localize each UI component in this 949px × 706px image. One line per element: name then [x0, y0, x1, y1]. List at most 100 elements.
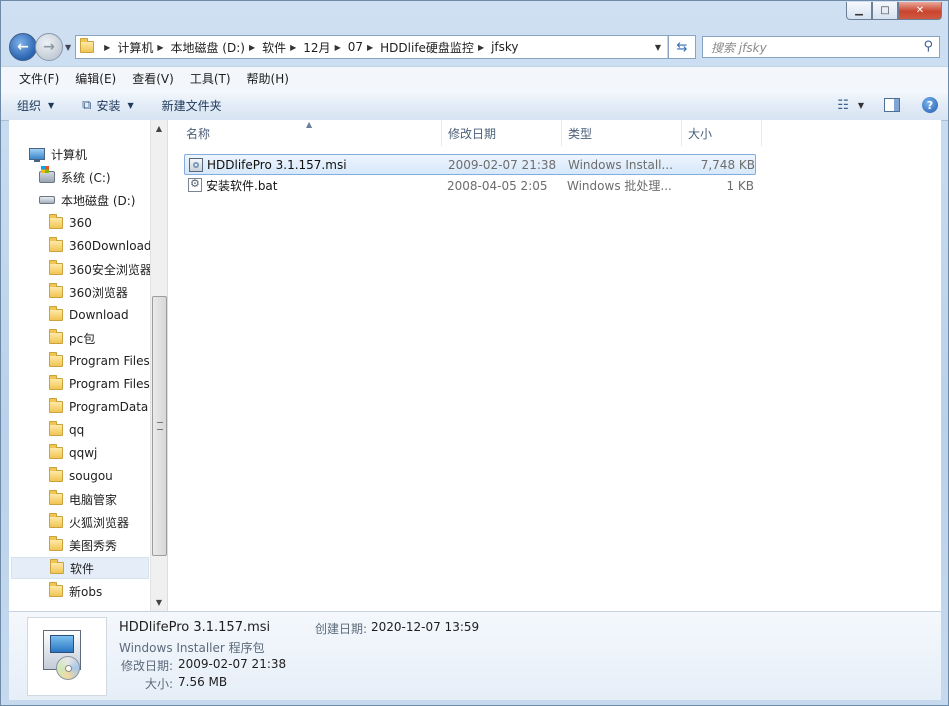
maximize-button[interactable]: □ — [872, 2, 898, 20]
tree-item-folder[interactable]: 360浏览器 — [49, 281, 128, 303]
tree-label: 360浏览器 — [69, 285, 128, 300]
installer-icon: ⧉ — [82, 97, 92, 113]
crumb-07[interactable]: 07 — [348, 40, 363, 54]
tree-item-folder[interactable]: Program Files — [49, 373, 150, 395]
tree-item-folder[interactable]: 360 — [49, 212, 92, 234]
menu-view[interactable]: 查看(V) — [124, 70, 182, 87]
minimize-button[interactable]: ▁ — [846, 2, 872, 20]
file-size: 1 KB — [726, 178, 754, 193]
chevron-right-icon[interactable]: ▶ — [249, 43, 255, 52]
tree-item-computer[interactable]: 计算机 — [29, 143, 87, 165]
crumb-hddlife[interactable]: HDDlife硬盘监控 — [380, 39, 474, 56]
scroll-up-arrow-icon[interactable]: ▲ — [151, 120, 167, 137]
crumb-local-disk[interactable]: 本地磁盘 (D:) — [170, 39, 244, 56]
computer-icon — [29, 148, 45, 162]
folder-icon — [49, 582, 63, 597]
folder-icon — [49, 375, 63, 390]
menu-file[interactable]: 文件(F) — [11, 70, 67, 87]
tree-item-folder[interactable]: 360Download — [49, 235, 152, 257]
refresh-button[interactable]: ⇆ — [669, 35, 696, 59]
chevron-right-icon[interactable]: ▶ — [335, 43, 341, 52]
recent-pages-dropdown[interactable]: ▼ — [65, 43, 71, 52]
tree-item-folder[interactable]: sougou — [49, 465, 113, 487]
tree-label: ProgramData — [69, 400, 149, 414]
folder-icon — [49, 260, 63, 275]
column-header-type[interactable]: 类型 — [562, 120, 682, 146]
tree-item-folder[interactable]: qqwj — [49, 442, 97, 464]
tree-item-folder[interactable]: Download — [49, 304, 129, 326]
menu-help[interactable]: 帮助(H) — [239, 70, 297, 87]
scrollbar-thumb[interactable] — [152, 296, 167, 556]
crumb-computer[interactable]: 计算机 — [117, 39, 153, 56]
file-type: Windows 批处理... — [567, 179, 672, 193]
chevron-right-icon[interactable]: ▶ — [157, 43, 163, 52]
organize-button[interactable]: 组织 ▼ — [17, 97, 54, 114]
menu-edit[interactable]: 编辑(E) — [67, 70, 124, 87]
crumb-december[interactable]: 12月 — [303, 39, 330, 56]
file-type: Windows Install... — [568, 157, 673, 172]
search-icon[interactable]: ⚲ — [923, 39, 933, 54]
help-icon[interactable]: ? — [922, 97, 938, 113]
folder-icon — [49, 352, 63, 367]
column-header-size[interactable]: 大小 — [682, 120, 762, 146]
file-list-pane: ▲ 名称 修改日期 类型 大小 HDDlifePro 3.1.157.msi 2… — [168, 120, 941, 611]
crumb-software[interactable]: 软件 — [262, 39, 286, 56]
navigation-pane: 计算机 系统 (C:) 本地磁盘 (D:) 360 360Download 36… — [9, 120, 168, 611]
tree-item-folder[interactable]: Program Files — [49, 350, 150, 372]
tree-item-folder[interactable]: 360安全浏览器 — [49, 258, 152, 280]
tree-item-folder[interactable]: 火狐浏览器 — [49, 511, 129, 533]
chevron-right-icon[interactable]: ▶ — [478, 43, 484, 52]
new-folder-button[interactable]: 新建文件夹 — [162, 97, 222, 114]
menu-tools[interactable]: 工具(T) — [182, 70, 239, 87]
folder-icon — [49, 421, 63, 436]
chevron-right-icon[interactable]: ▶ — [367, 43, 373, 52]
forward-button[interactable]: → — [35, 33, 63, 61]
search-input[interactable]: 搜索 jfsky ⚲ — [702, 36, 940, 58]
folder-icon — [80, 38, 95, 53]
close-button[interactable]: ✕ — [898, 2, 942, 20]
address-dropdown-button[interactable]: ▼ — [649, 36, 668, 58]
chevron-right-icon[interactable]: ▶ — [290, 43, 296, 52]
chevron-right-icon[interactable]: ▶ — [104, 43, 110, 52]
nav-pane-scrollbar[interactable]: ▲ ▼ — [150, 120, 167, 611]
details-file-name: HDDlifePro 3.1.157.msi — [119, 620, 271, 635]
folder-icon — [49, 513, 63, 528]
file-row-selected[interactable]: HDDlifePro 3.1.157.msi 2009-02-07 21:38 … — [184, 154, 756, 175]
tree-item-folder[interactable]: pc包 — [49, 327, 95, 349]
tree-item-folder[interactable]: 电脑管家 — [49, 488, 117, 510]
folder-icon — [49, 398, 63, 413]
tree-item-folder[interactable]: ProgramData — [49, 396, 148, 418]
folder-icon — [49, 467, 63, 482]
address-bar[interactable]: ▶ 计算机 ▶ 本地磁盘 (D:) ▶ 软件 ▶ 12月 ▶ 07 ▶ HDDlife硬盘监… — [75, 35, 669, 59]
scroll-down-arrow-icon[interactable]: ▼ — [151, 594, 167, 611]
column-header-name[interactable]: 名称 — [180, 120, 442, 146]
tree-label: 360Download — [69, 239, 152, 253]
tree-label: 本地磁盘 (D:) — [61, 193, 136, 208]
tree-item-system-drive[interactable]: 系统 (C:) — [39, 166, 111, 188]
change-view-button[interactable]: ☷ ▼ — [837, 98, 864, 113]
tree-item-folder-selected[interactable]: 软件 — [11, 557, 149, 579]
menu-bar: 文件(F) 编辑(E) 查看(V) 工具(T) 帮助(H) — [1, 66, 948, 91]
tree-label: 计算机 — [51, 147, 88, 162]
column-name-label: 名称 — [186, 126, 211, 141]
tree-item-folder[interactable]: 新obs — [49, 580, 102, 602]
tree-label: 软件 — [70, 561, 95, 576]
command-bar: 组织 ▼ ⧉ 安装 ▼ 新建文件夹 ☷ ▼ ? — [1, 90, 948, 121]
back-button[interactable]: ← — [9, 33, 37, 61]
folder-icon — [49, 329, 63, 344]
tree-item-folder[interactable]: 美图秀秀 — [49, 534, 117, 556]
tree-item-local-disk[interactable]: 本地磁盘 (D:) — [39, 189, 135, 211]
grip-icon — [157, 422, 163, 430]
folder-icon — [49, 444, 63, 459]
details-pane: HDDlifePro 3.1.157.msi Windows Installer… — [9, 611, 941, 700]
column-header-date[interactable]: 修改日期 — [442, 120, 562, 146]
tree-label: 美图秀秀 — [69, 538, 118, 553]
install-button[interactable]: ⧉ 安装 ▼ — [82, 97, 133, 114]
file-row[interactable]: 安装软件.bat 2008-04-05 2:05 Windows 批处理... … — [184, 175, 756, 196]
details-file-type: Windows Installer 程序包 — [119, 641, 265, 655]
preview-pane-icon[interactable] — [884, 98, 900, 112]
file-date: 2009-02-07 21:38 — [448, 157, 557, 172]
tree-item-folder[interactable]: qq — [49, 419, 84, 441]
tree-label: Download — [69, 308, 129, 322]
crumb-jfsky[interactable]: jfsky — [491, 40, 518, 54]
